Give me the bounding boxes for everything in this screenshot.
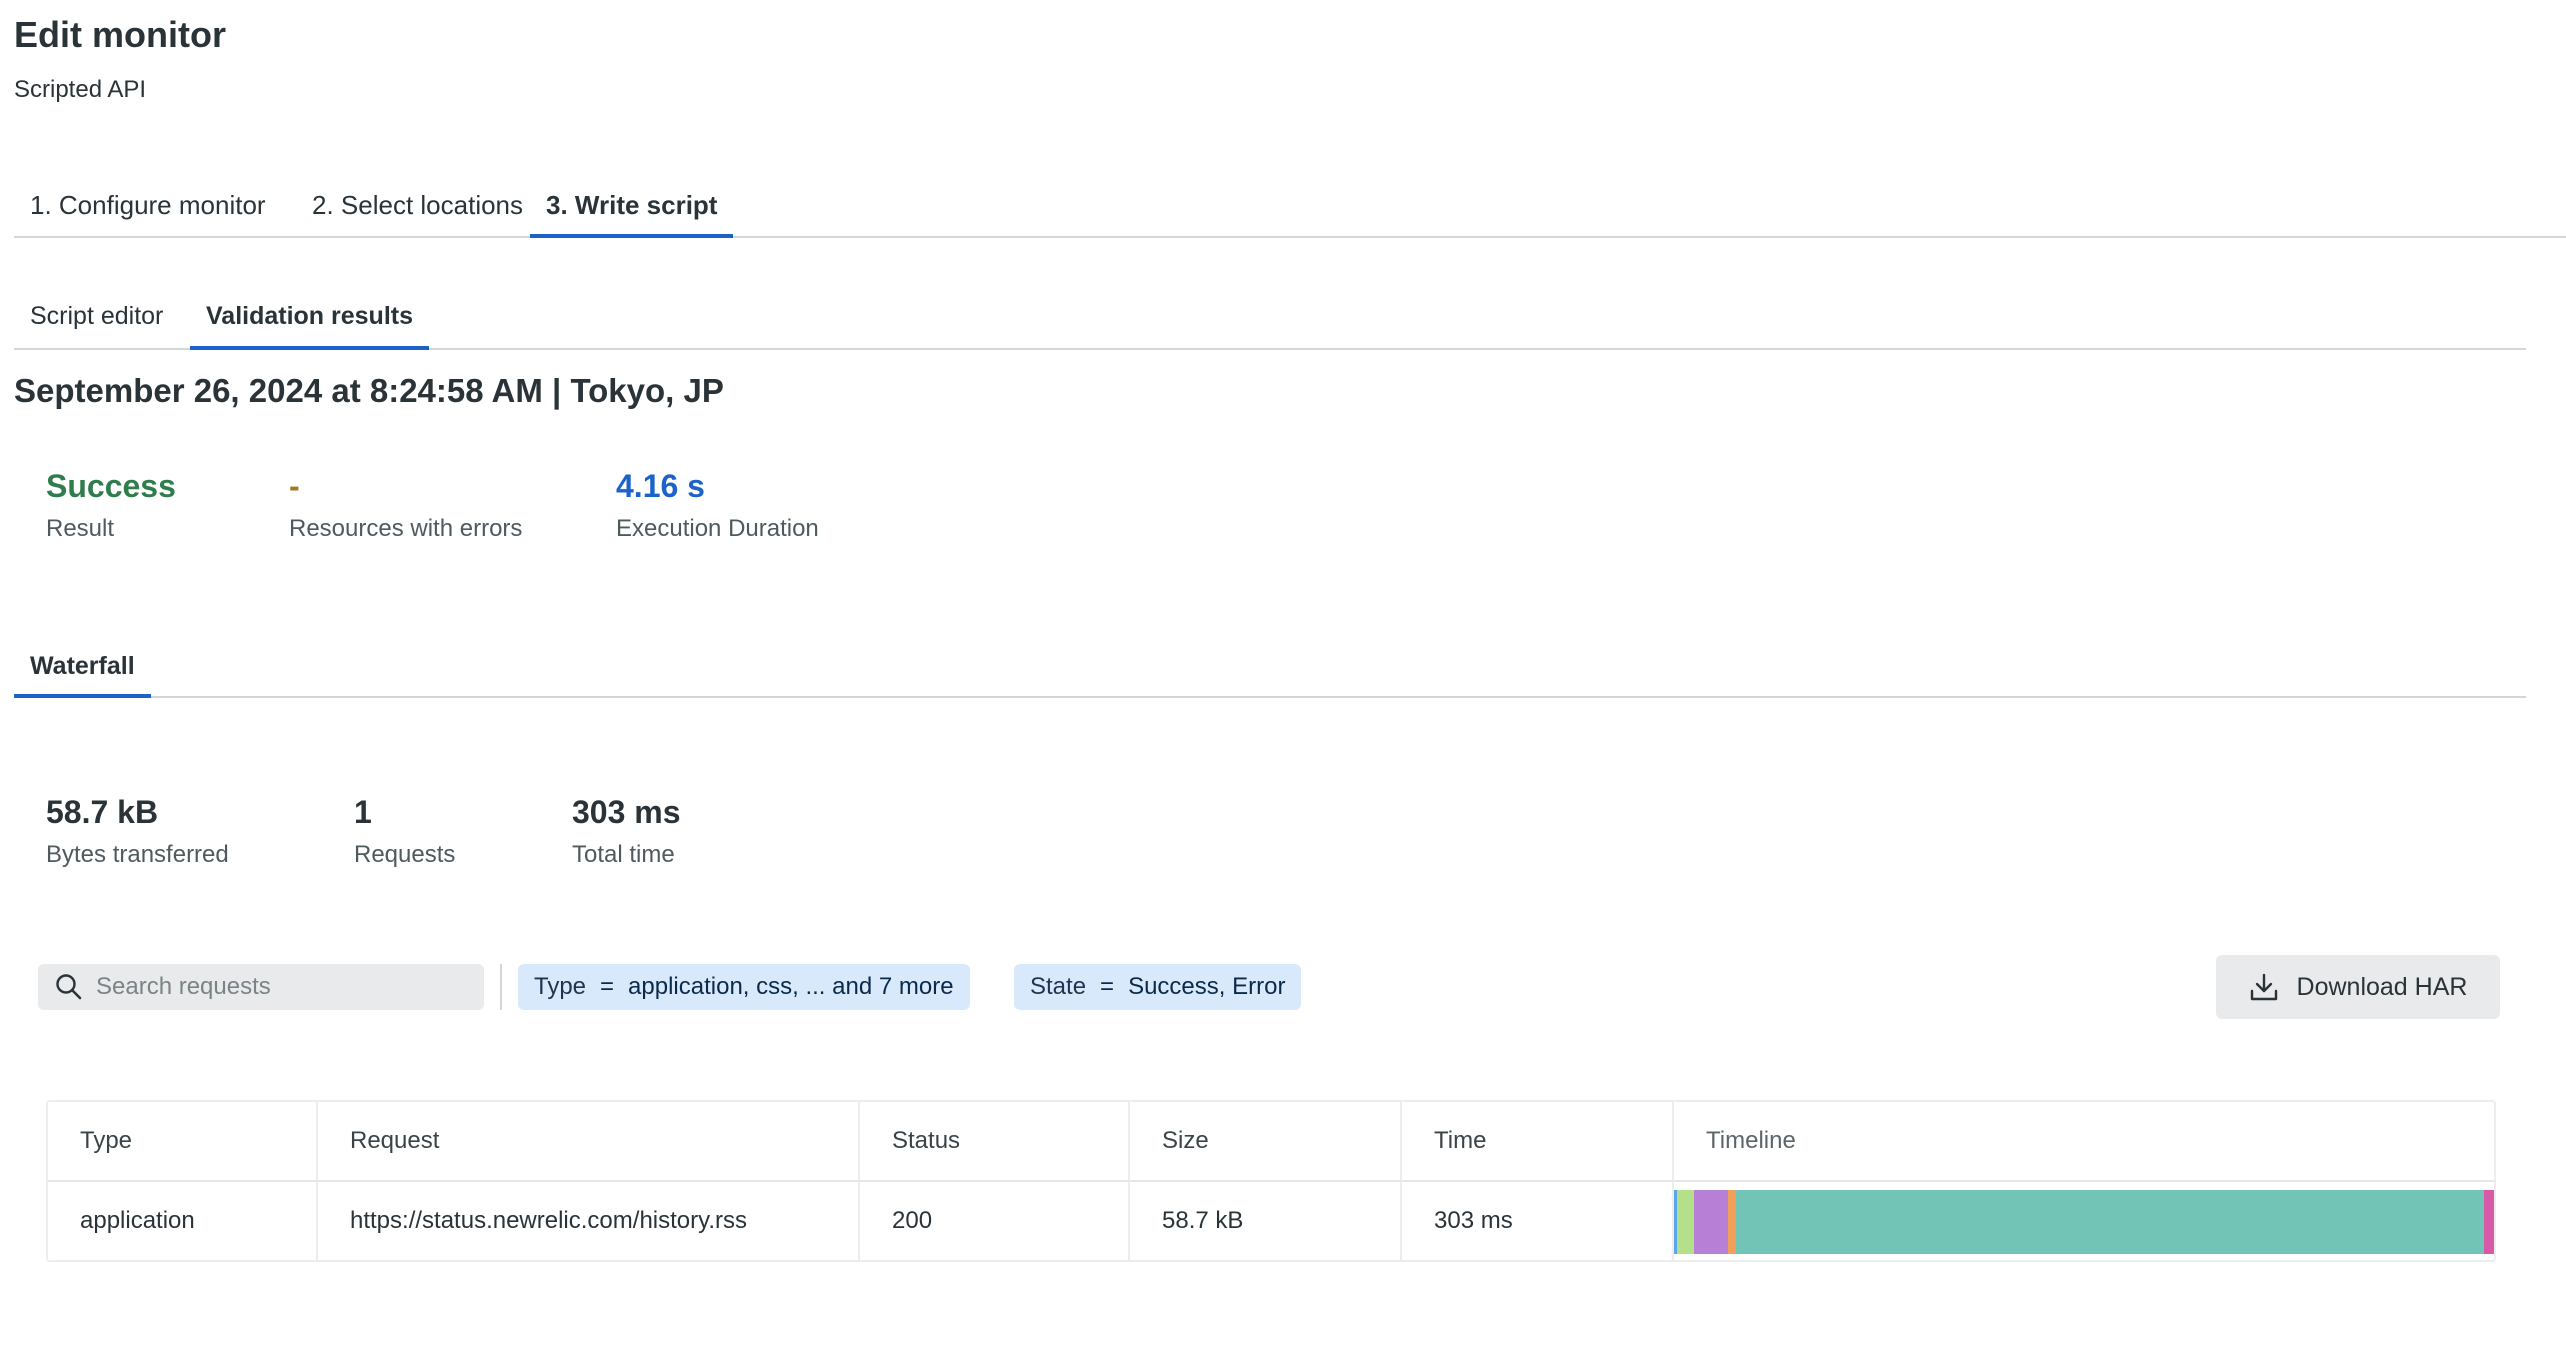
requests-label: Requests	[354, 841, 456, 868]
col-type[interactable]: Type	[48, 1102, 318, 1180]
bytes-value: 58.7 kB	[46, 794, 159, 830]
result-stat: Success Result	[46, 468, 176, 543]
table-row[interactable]: application https://status.newrelic.com/…	[48, 1182, 2494, 1260]
cell-size: 58.7 kB	[1130, 1182, 1402, 1260]
total-time-stat: 303 ms Total time	[572, 794, 681, 869]
bytes-stat: 58.7 kB Bytes transferred	[46, 794, 229, 869]
state-filter-chip[interactable]: State = Success, Error	[1014, 964, 1302, 1010]
col-status[interactable]: Status	[860, 1102, 1130, 1180]
cell-request: https://status.newrelic.com/history.rss	[318, 1182, 860, 1260]
bytes-label: Bytes transferred	[46, 841, 229, 868]
cell-time: 303 ms	[1402, 1182, 1674, 1260]
state-filter-key: State	[1030, 973, 1087, 1000]
requests-stat: 1 Requests	[354, 794, 455, 869]
tab-write-script[interactable]: 3. Write script	[530, 190, 734, 238]
errors-stat: - Resources with errors	[289, 468, 522, 543]
timeline-segment-receive	[2484, 1190, 2494, 1254]
errors-value: -	[289, 468, 300, 504]
errors-label: Resources with errors	[289, 515, 523, 542]
col-request[interactable]: Request	[318, 1102, 860, 1180]
duration-label: Execution Duration	[616, 515, 819, 542]
cell-status: 200	[860, 1182, 1130, 1260]
table-header-row: Type Request Status Size Time Timeline	[48, 1102, 2494, 1182]
cell-timeline	[1674, 1182, 2494, 1260]
script-subtabs: Script editor Validation results	[14, 290, 2526, 350]
timeline-segment-connect	[1693, 1190, 1729, 1254]
timeline-segment-dns	[1677, 1190, 1694, 1254]
result-label: Result	[46, 515, 115, 542]
waterfall-tabs: Waterfall	[14, 640, 2526, 698]
search-input[interactable]	[94, 972, 478, 1002]
type-filter-value: application, css, ... and 7 more	[628, 973, 954, 1000]
state-filter-op: =	[1100, 973, 1115, 1000]
tab-validation-results[interactable]: Validation results	[190, 302, 430, 350]
state-filter-value: Success, Error	[1128, 973, 1286, 1000]
tab-script-editor[interactable]: Script editor	[14, 302, 179, 348]
type-filter-key: Type	[534, 973, 587, 1000]
filter-divider	[500, 964, 502, 1010]
download-har-button[interactable]: Download HAR	[2216, 955, 2500, 1019]
page-title: Edit monitor	[14, 14, 226, 55]
tab-waterfall[interactable]: Waterfall	[14, 652, 151, 698]
result-value: Success	[46, 468, 176, 504]
total-time-label: Total time	[572, 841, 675, 868]
timeline-bar	[1674, 1190, 2494, 1254]
tab-configure-monitor[interactable]: 1. Configure monitor	[14, 190, 282, 236]
step-tabs: 1. Configure monitor 2. Select locations…	[14, 176, 2566, 238]
download-icon	[2250, 973, 2277, 1001]
tab-select-locations[interactable]: 2. Select locations	[296, 190, 539, 236]
timeline-segment-wait	[1736, 1190, 2485, 1254]
type-filter-op: =	[600, 973, 615, 1000]
cell-type: application	[48, 1182, 318, 1260]
page-subtitle: Scripted API	[14, 76, 147, 103]
timeline-segment-ssl	[1728, 1190, 1737, 1254]
download-har-label: Download HAR	[2296, 972, 2468, 1001]
requests-value: 1	[354, 794, 372, 830]
requests-table: Type Request Status Size Time Timeline a…	[46, 1100, 2496, 1262]
search-box	[38, 964, 484, 1010]
col-size[interactable]: Size	[1130, 1102, 1402, 1180]
duration-value: 4.16 s	[616, 468, 705, 504]
total-time-value: 303 ms	[572, 794, 681, 830]
col-time[interactable]: Time	[1402, 1102, 1674, 1180]
col-timeline: Timeline	[1706, 1127, 1796, 1154]
duration-stat: 4.16 s Execution Duration	[616, 468, 819, 543]
search-icon	[56, 974, 82, 1000]
type-filter-chip[interactable]: Type = application, css, ... and 7 more	[518, 964, 970, 1010]
run-header: September 26, 2024 at 8:24:58 AM | Tokyo…	[14, 372, 724, 409]
